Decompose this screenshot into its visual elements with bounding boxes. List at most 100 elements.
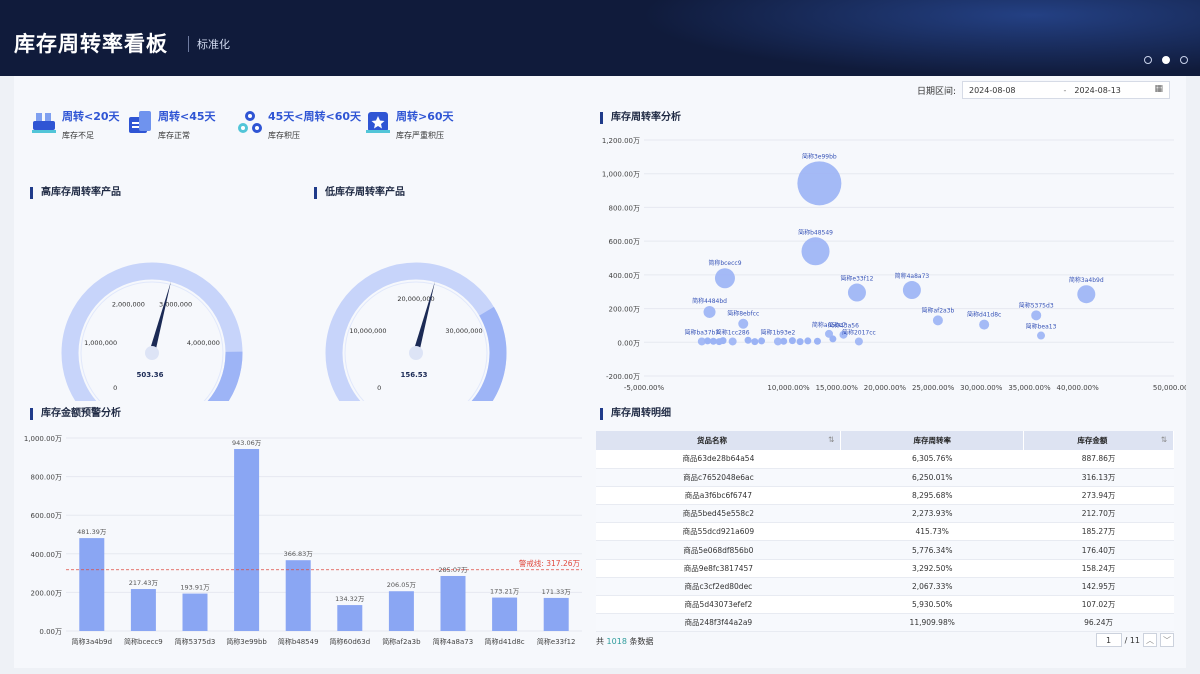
gauge-charts: 01,000,0002,000,000 3,000,0004,000,000503… bbox=[61, 262, 507, 401]
scatter-point-label: 简称bcecc9 bbox=[708, 259, 741, 267]
date-end[interactable]: 2024-08-13 bbox=[1074, 86, 1121, 95]
bar bbox=[337, 605, 363, 631]
scatter-point-label: 简称d41d8c bbox=[967, 311, 1001, 319]
table-row[interactable]: 商品55dcd921a609 415.73% 185.27万 bbox=[596, 522, 1174, 542]
bar-value-label: 206.05万 bbox=[387, 581, 417, 589]
kpi-desc: 库存严重积压 bbox=[396, 131, 444, 140]
kpi-normal-stock: 周转<45天库存正常 bbox=[126, 108, 216, 141]
scatter-point bbox=[1031, 310, 1042, 321]
kpi-desc: 库存积压 bbox=[268, 131, 300, 140]
scatter-point-label: 简称4484bd bbox=[692, 297, 727, 305]
scatter-point bbox=[797, 161, 842, 206]
scatter-x-tick: 35,000.00% bbox=[1008, 384, 1051, 392]
table-row[interactable]: 商品9e8fc3817457 3,292.50% 158.24万 bbox=[596, 559, 1174, 578]
scatter-y-tick: 800.00万 bbox=[609, 204, 641, 212]
panel-title-high: 高库存周转率产品 bbox=[30, 187, 121, 199]
table-row[interactable]: 商品5e068df856b0 5,776.34% 176.40万 bbox=[596, 540, 1174, 560]
scatter-point bbox=[813, 337, 821, 345]
scatter-point bbox=[788, 337, 796, 345]
scatter-x-tick: 10,000.00% bbox=[767, 384, 810, 392]
cell-amount: 96.24万 bbox=[1023, 613, 1174, 633]
bar-x-tick: 简称60d63d bbox=[329, 637, 370, 646]
scatter-point-label: 简称5375d3 bbox=[1019, 301, 1054, 309]
scatter-y-tick: 1,000.00万 bbox=[602, 171, 640, 179]
gauge-fill bbox=[471, 306, 507, 401]
kpi-desc: 库存正常 bbox=[158, 131, 190, 140]
bar-x-tick: 简称4a8a73 bbox=[433, 637, 473, 646]
page-dot-3[interactable] bbox=[1180, 56, 1188, 64]
scatter-point bbox=[1037, 331, 1046, 340]
cell-amount: 142.95万 bbox=[1023, 577, 1174, 597]
scatter-point-label: 简称ba37b7 bbox=[684, 328, 719, 336]
cell-rate: 6,305.76% bbox=[840, 450, 1024, 469]
bar-x-tick: 简称e33f12 bbox=[537, 637, 576, 646]
table-row[interactable]: 商品a3f6bc6f6747 8,295.68% 273.94万 bbox=[596, 486, 1174, 506]
kpi-title: 周转<45天 bbox=[158, 110, 216, 123]
table-header-rate[interactable]: 库存周转率 bbox=[840, 431, 1025, 450]
table-header-name[interactable]: 货品名称 ⇅ bbox=[596, 431, 842, 450]
page-input[interactable]: 1 bbox=[1095, 633, 1122, 647]
cell-amount: 273.94万 bbox=[1023, 486, 1174, 506]
next-page-button[interactable]: ﹀ bbox=[1160, 633, 1174, 647]
cell-rate: 3,292.50% bbox=[840, 559, 1024, 578]
boxes-icon bbox=[32, 113, 56, 133]
date-start[interactable]: 2024-08-08 bbox=[969, 86, 1016, 95]
gauge-hub bbox=[145, 346, 159, 360]
cell-rate: 2,273.93% bbox=[840, 504, 1024, 524]
cell-rate: 5,776.34% bbox=[840, 540, 1024, 560]
scatter-point-label: 简称2017cc bbox=[842, 328, 876, 336]
table-row[interactable]: 商品c7652048e6ac 6,250.01% 316.13万 bbox=[596, 468, 1174, 487]
bar bbox=[130, 589, 156, 631]
bar-value-label: 217.43万 bbox=[129, 579, 159, 587]
scatter-point-label: 简称1b93e2 bbox=[761, 328, 796, 336]
scatter-point bbox=[751, 338, 759, 346]
scatter-point bbox=[714, 268, 735, 289]
prev-page-button[interactable]: ︿ bbox=[1143, 633, 1157, 647]
bar bbox=[79, 538, 105, 631]
scatter-point bbox=[758, 337, 766, 345]
scatter-x-tick: -5,000.00% bbox=[624, 384, 665, 392]
cell-name: 商品55dcd921a609 bbox=[596, 522, 841, 542]
page-dot-1[interactable] bbox=[1144, 56, 1152, 64]
sort-icon[interactable]: ⇅ bbox=[1161, 435, 1167, 444]
table-row[interactable]: 商品63de28b64a54 6,305.76% 887.86万 bbox=[596, 450, 1174, 469]
kpi-title: 周转>60天 bbox=[396, 110, 454, 123]
scatter-point-label: 简称e33f12 bbox=[840, 275, 873, 283]
table-row[interactable]: 商品5d43073efef2 5,930.50% 107.02万 bbox=[596, 595, 1174, 615]
cell-name: 商品c3cf2ed80dec bbox=[596, 577, 841, 597]
table-row[interactable]: 商品c3cf2ed80dec 2,067.33% 142.95万 bbox=[596, 577, 1174, 597]
bar-y-tick: 0.00万 bbox=[39, 628, 62, 636]
table-row[interactable]: 商品248f3f44a2a9 11,909.98% 96.24万 bbox=[596, 613, 1174, 633]
page-dot-2[interactable] bbox=[1162, 56, 1170, 64]
date-range-input[interactable]: 2024-08-08 - 2024-08-13 ▦ bbox=[962, 81, 1170, 99]
gauge-needle bbox=[413, 281, 435, 354]
scatter-point bbox=[738, 318, 749, 329]
main-area: 日期区间: 2024-08-08 - 2024-08-13 ▦ 周转<20天 库存… bbox=[14, 76, 1186, 668]
gauge-tick-label: 4,000,000 bbox=[187, 339, 220, 347]
scatter-point bbox=[932, 315, 943, 326]
gauge-fill bbox=[207, 351, 243, 401]
kpi-severe-overstock: 周转>60天库存严重积压 bbox=[364, 108, 454, 141]
scatter-point-label: 简称3e99bb bbox=[802, 152, 837, 160]
gauge-track bbox=[61, 262, 243, 401]
cell-amount: 185.27万 bbox=[1023, 522, 1174, 542]
bar bbox=[492, 597, 518, 631]
scatter-point-label: 简称bea13 bbox=[1026, 323, 1057, 331]
bar-x-tick: 简称3e99bb bbox=[226, 637, 267, 646]
panel-title-scatter: 库存周转率分析 bbox=[600, 112, 681, 124]
sort-icon[interactable]: ⇅ bbox=[828, 435, 834, 444]
table-header-amount[interactable]: 库存金额 ⇅ bbox=[1023, 431, 1174, 450]
calendar-icon[interactable]: ▦ bbox=[1154, 84, 1163, 94]
bar-y-tick: 200.00万 bbox=[31, 589, 63, 597]
turnover-table: 货品名称 ⇅ 库存周转率 库存金额 ⇅ 商品63de28b64a54 6,305.76… bbox=[596, 431, 1174, 633]
bar-value-label: 173.21万 bbox=[490, 588, 520, 596]
bar-value-label: 193.91万 bbox=[180, 584, 210, 592]
pagination: 1 / 11 ︿ ﹀ bbox=[1095, 633, 1174, 647]
gauge-hub bbox=[409, 346, 423, 360]
scatter-point bbox=[780, 337, 788, 345]
kpi-overstock: 45天<周转<60天 库存积压 bbox=[236, 108, 361, 141]
gauge-tick-label: 10,000,000 bbox=[349, 327, 386, 335]
bar-x-tick: 简称5375d3 bbox=[175, 637, 216, 646]
network-icon bbox=[238, 111, 262, 133]
table-row[interactable]: 商品5bed45e558c2 2,273.93% 212.70万 bbox=[596, 504, 1174, 524]
